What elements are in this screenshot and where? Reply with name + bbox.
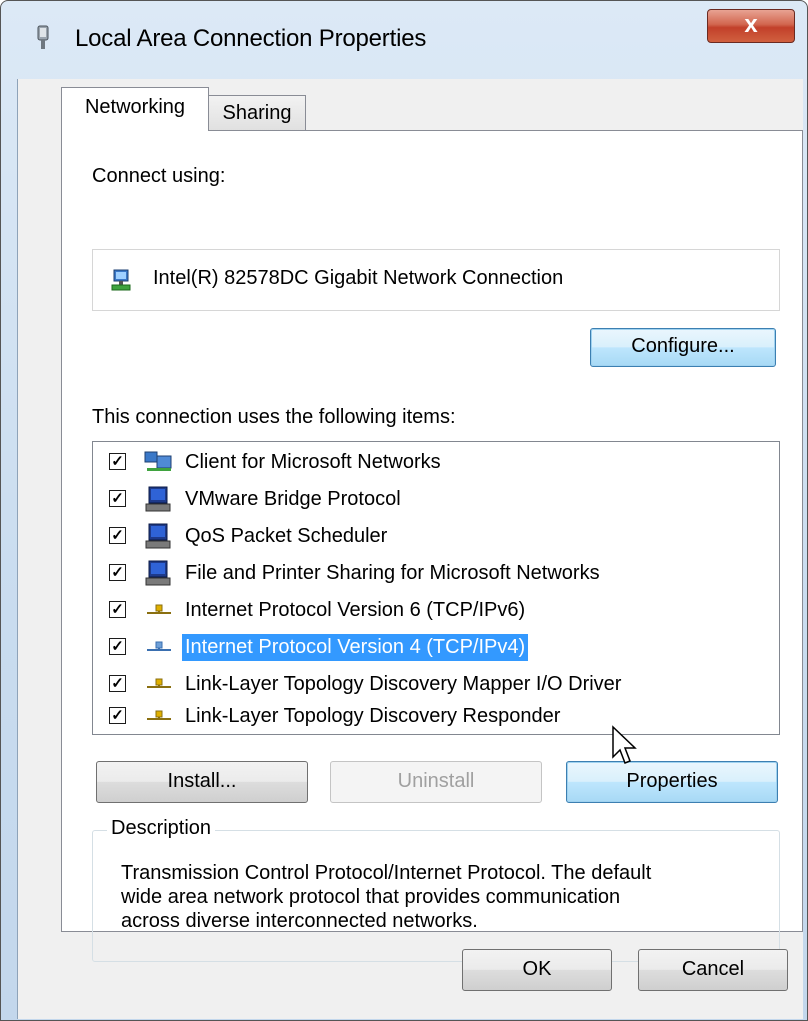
description-groupbox: Description Transmission Control Protoco… bbox=[92, 817, 780, 962]
connection-items-list[interactable]: ✓ Client for Microsoft Networks ✓ VMware… bbox=[92, 441, 780, 735]
item-label: File and Printer Sharing for Microsoft N… bbox=[185, 562, 600, 584]
description-legend: Description bbox=[107, 817, 216, 840]
items-label: This connection uses the following items… bbox=[92, 406, 456, 428]
protocol-icon bbox=[147, 678, 171, 688]
item-checkbox[interactable]: ✓ bbox=[109, 564, 126, 581]
list-item[interactable]: ✓ Client for Microsoft Networks bbox=[93, 444, 779, 481]
install-button[interactable]: Install... bbox=[96, 761, 308, 803]
connect-using-label: Connect using: bbox=[92, 165, 226, 187]
item-label: VMware Bridge Protocol bbox=[185, 488, 401, 510]
list-item[interactable]: ✓ Internet Protocol Version 6 (TCP/IPv6) bbox=[93, 592, 779, 629]
ok-button[interactable]: OK bbox=[462, 949, 612, 991]
description-line: Transmission Control Protocol/Internet P… bbox=[121, 862, 652, 884]
networking-tab-panel: Connect using: Intel(R) 82578DC Gigabit … bbox=[61, 130, 803, 962]
dialog-client-area: Sharing Networking Connect using: Intel(… bbox=[17, 79, 803, 1019]
list-item-selected[interactable]: ✓ Internet Protocol Version 4 (TCP/IPv4) bbox=[93, 629, 779, 666]
item-checkbox[interactable]: ✓ bbox=[109, 675, 126, 692]
service-computer-icon bbox=[145, 523, 171, 549]
list-item[interactable]: ✓ QoS Packet Scheduler bbox=[93, 518, 779, 555]
item-checkbox[interactable]: ✓ bbox=[109, 638, 126, 655]
title-bar[interactable]: Local Area Connection Properties x bbox=[1, 1, 808, 79]
description-line: wide area network protocol that provides… bbox=[121, 886, 621, 908]
item-label: Internet Protocol Version 4 (TCP/IPv4) bbox=[182, 634, 529, 661]
network-connection-icon bbox=[37, 25, 49, 49]
dialog-window: Local Area Connection Properties x Shari… bbox=[0, 0, 808, 1021]
service-computer-icon bbox=[145, 560, 171, 586]
list-item[interactable]: ✓ Link-Layer Topology Discovery Responde… bbox=[93, 698, 779, 735]
network-adapter-icon bbox=[111, 269, 131, 291]
item-checkbox[interactable]: ✓ bbox=[109, 453, 126, 470]
item-label: Client for Microsoft Networks bbox=[185, 451, 441, 473]
list-item[interactable]: ✓ VMware Bridge Protocol bbox=[93, 481, 779, 518]
protocol-icon bbox=[147, 710, 171, 720]
list-item[interactable]: ✓ File and Printer Sharing for Microsoft… bbox=[93, 555, 779, 592]
item-checkbox[interactable]: ✓ bbox=[109, 707, 126, 724]
description-line: across diverse interconnected networks. bbox=[121, 910, 478, 932]
configure-button[interactable]: Configure... bbox=[590, 328, 776, 367]
client-network-icon bbox=[144, 451, 172, 471]
item-label: QoS Packet Scheduler bbox=[185, 525, 388, 547]
mouse-cursor-icon bbox=[612, 725, 637, 764]
properties-button[interactable]: Properties bbox=[566, 761, 778, 803]
adapter-display: Intel(R) 82578DC Gigabit Network Connect… bbox=[92, 249, 780, 311]
protocol-icon bbox=[147, 641, 171, 651]
adapter-name: Intel(R) 82578DC Gigabit Network Connect… bbox=[153, 267, 564, 289]
item-checkbox[interactable]: ✓ bbox=[109, 527, 126, 544]
description-text: Transmission Control Protocol/Internet P… bbox=[121, 861, 761, 933]
tab-sharing[interactable]: Sharing bbox=[208, 95, 306, 131]
item-label: Internet Protocol Version 6 (TCP/IPv6) bbox=[185, 599, 526, 621]
service-computer-icon bbox=[145, 486, 171, 512]
window-title: Local Area Connection Properties bbox=[75, 25, 427, 52]
uninstall-button[interactable]: Uninstall bbox=[330, 761, 542, 803]
item-label: Link-Layer Topology Discovery Responder bbox=[185, 705, 561, 727]
item-label: Link-Layer Topology Discovery Mapper I/O… bbox=[185, 673, 622, 695]
tab-networking[interactable]: Networking bbox=[61, 87, 209, 131]
close-button[interactable]: x bbox=[707, 9, 795, 43]
item-checkbox[interactable]: ✓ bbox=[109, 490, 126, 507]
protocol-icon bbox=[147, 604, 171, 614]
cancel-button[interactable]: Cancel bbox=[638, 949, 788, 991]
item-checkbox[interactable]: ✓ bbox=[109, 601, 126, 618]
